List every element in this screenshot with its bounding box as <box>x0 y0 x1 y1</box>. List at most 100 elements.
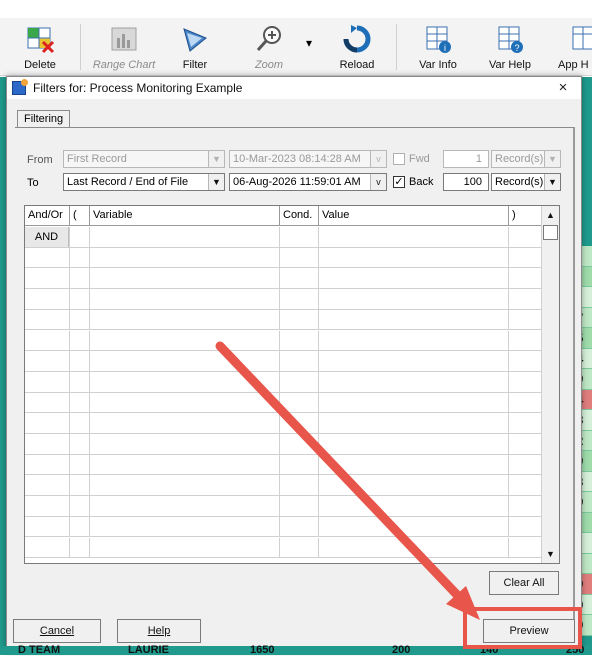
zoom-dropdown-arrow[interactable]: ▾ <box>306 36 312 50</box>
from-start-select[interactable]: First Record ▼ <box>63 150 225 168</box>
table-row[interactable] <box>25 537 543 559</box>
grid-cell-divider <box>318 371 319 392</box>
back-checkbox[interactable]: ✓ <box>393 176 405 188</box>
grid-cell-divider <box>279 351 280 371</box>
var-info-button[interactable]: i Var Info <box>410 18 466 76</box>
table-row[interactable] <box>25 434 543 455</box>
background-bottom-cell: 200 <box>392 644 411 656</box>
chevron-down-icon: ▼ <box>208 174 224 190</box>
scroll-down-icon[interactable]: ▼ <box>542 546 559 562</box>
background-bottom-cell: 1650 <box>250 644 275 656</box>
back-label: Back <box>409 176 434 188</box>
from-unit-select[interactable]: Record(s) ▼ <box>491 150 561 168</box>
grid-scrollbar[interactable]: ▲ ▼ <box>541 206 559 563</box>
zoom-button[interactable]: Zoom <box>246 18 292 76</box>
grid-cell-divider <box>89 227 90 247</box>
dialog-titlebar[interactable]: Filters for: Process Monitoring Example … <box>7 77 581 99</box>
background-bottom-cell: LAURIE <box>128 644 169 656</box>
to-datetime-picker[interactable]: 06-Aug-2026 11:59:01 AM v <box>229 173 387 191</box>
table-row[interactable] <box>25 268 543 290</box>
first-row-andor-cell[interactable]: AND <box>25 227 69 247</box>
grid-cell-divider <box>318 475 319 496</box>
grid-cell-divider <box>69 454 70 475</box>
app-help-icon <box>572 26 592 50</box>
range-chart-button[interactable]: Range Chart <box>88 18 160 76</box>
close-button[interactable]: × <box>553 78 573 98</box>
grid-cell-divider <box>279 371 280 392</box>
chevron-down-icon: ▼ <box>544 151 560 167</box>
grid-cell-divider <box>279 496 280 516</box>
grid-cell-divider <box>279 227 280 247</box>
header-condition[interactable]: Cond. <box>280 206 319 226</box>
to-count-input[interactable]: 100 <box>443 173 489 191</box>
to-unit-select[interactable]: Record(s) ▼ <box>491 173 561 191</box>
clear-all-button[interactable]: Clear All <box>489 571 559 595</box>
from-count-input[interactable]: 1 <box>443 150 489 168</box>
table-row[interactable] <box>25 392 543 414</box>
grid-cell-divider <box>318 330 319 351</box>
help-button[interactable]: Help <box>117 619 201 643</box>
background-bottom-cell: 140 <box>480 644 499 656</box>
table-row[interactable] <box>25 454 543 476</box>
grid-cell-divider <box>69 413 70 433</box>
grid-cell-divider <box>69 475 70 496</box>
chevron-down-icon: ▼ <box>208 151 224 167</box>
grid-cell-divider <box>508 351 509 371</box>
grid-cell-divider <box>508 537 509 558</box>
grid-cell-divider <box>318 454 319 475</box>
table-row[interactable] <box>25 309 543 331</box>
header-open-paren[interactable]: ( <box>70 206 90 226</box>
table-row[interactable] <box>25 330 543 352</box>
table-row[interactable] <box>25 247 543 269</box>
grid-cell-divider <box>279 392 280 413</box>
toolbar-ribbon: Delete Range Chart Filter Zoom ▾ Reload … <box>0 18 592 76</box>
fwd-checkbox[interactable] <box>393 153 405 165</box>
chevron-down-icon: ▼ <box>544 174 560 190</box>
preview-button[interactable]: Preview <box>483 619 575 643</box>
table-row[interactable] <box>25 371 543 393</box>
grid-cell-divider <box>508 371 509 392</box>
scroll-thumb[interactable] <box>543 225 558 240</box>
grid-cell-divider <box>508 309 509 330</box>
grid-cell-divider <box>318 537 319 558</box>
cancel-button[interactable]: Cancel <box>13 619 101 643</box>
reload-icon <box>343 25 371 53</box>
to-label: To <box>27 177 39 189</box>
header-value[interactable]: Value <box>319 206 509 226</box>
table-row[interactable] <box>25 289 543 310</box>
grid-cell-divider <box>508 434 509 454</box>
grid-cell-divider <box>318 309 319 330</box>
help-label: Help <box>147 625 171 637</box>
grid-cell-divider <box>508 392 509 413</box>
header-variable[interactable]: Variable <box>90 206 280 226</box>
reload-button[interactable]: Reload <box>334 18 380 76</box>
grid-cell-divider <box>508 413 509 433</box>
scroll-up-icon[interactable]: ▲ <box>542 207 559 223</box>
table-row[interactable] <box>25 496 543 517</box>
delete-button[interactable]: Delete <box>18 18 62 76</box>
to-end-select[interactable]: Last Record / End of File ▼ <box>63 173 225 191</box>
table-row[interactable] <box>25 227 543 248</box>
app-icon <box>12 79 28 95</box>
header-close-paren[interactable]: ) <box>509 206 543 226</box>
table-row[interactable] <box>25 413 543 434</box>
filter-conditions-grid[interactable]: And/Or ( Variable Cond. Value ) AND ▲ ▼ <box>24 205 560 564</box>
filter-button[interactable]: Filter <box>172 18 218 76</box>
grid-cell-divider <box>508 227 509 247</box>
grid-cell-divider <box>89 392 90 413</box>
var-help-button[interactable]: ? Var Help <box>482 18 538 76</box>
grid-cell-divider <box>508 496 509 516</box>
to-end-value: Last Record / End of File <box>67 176 189 188</box>
grid-cell-divider <box>508 247 509 268</box>
grid-cell-divider <box>89 268 90 289</box>
table-row[interactable] <box>25 351 543 372</box>
grid-cell-divider <box>279 330 280 351</box>
from-datetime-picker[interactable]: 10-Mar-2023 08:14:28 AM v <box>229 150 387 168</box>
table-row[interactable] <box>25 516 543 538</box>
to-datetime-value: 06-Aug-2026 11:59:01 AM <box>233 176 361 188</box>
app-help-button[interactable]: App H <box>556 18 592 76</box>
grid-cell-divider <box>69 268 70 289</box>
tab-filtering[interactable]: Filtering <box>17 110 71 128</box>
header-and-or[interactable]: And/Or <box>25 206 70 226</box>
table-row[interactable] <box>25 475 543 497</box>
